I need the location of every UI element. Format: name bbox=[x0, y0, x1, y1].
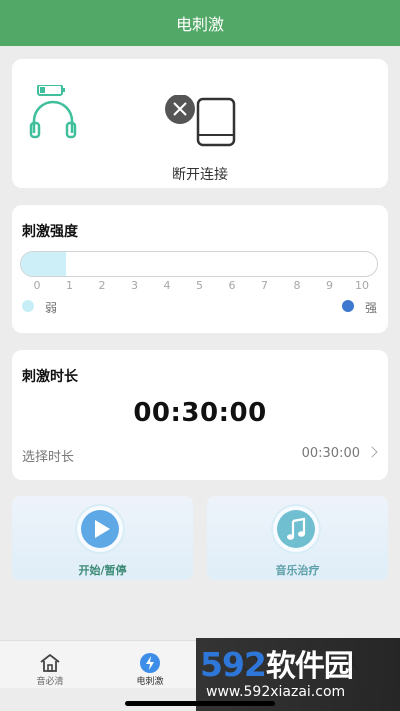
music-therapy-button[interactable]: 音乐治疗 bbox=[207, 496, 388, 580]
chevron-right-icon bbox=[366, 446, 378, 458]
duration-timer: 00:30:00 bbox=[133, 398, 267, 428]
tab-electrical-stimulation[interactable]: 电刺激 bbox=[100, 641, 200, 689]
intensity-tick: 2 bbox=[98, 279, 106, 292]
select-duration-label: 选择时长 bbox=[22, 450, 75, 465]
watermark-logo: 592软件园 bbox=[200, 641, 395, 684]
weak-dot bbox=[22, 300, 34, 312]
strong-label: 强 bbox=[365, 301, 378, 315]
app-header: 电刺激 bbox=[0, 0, 400, 46]
watermark-url: www.592xiazai.com bbox=[206, 684, 346, 700]
page-title: 电刺激 bbox=[175, 15, 224, 34]
tab-stim-label: 电刺激 bbox=[136, 677, 164, 687]
device-card: 断开连接 bbox=[12, 59, 388, 188]
intensity-tick: 9 bbox=[326, 279, 333, 292]
intensity-tick: 0 bbox=[33, 279, 41, 292]
start-pause-label: 开始/暂停 bbox=[78, 564, 127, 577]
intensity-slider[interactable] bbox=[20, 251, 378, 277]
tab-home-label: 音必清 bbox=[36, 677, 64, 687]
music-icon-ring bbox=[271, 504, 321, 554]
duration-title: 刺激时长 bbox=[22, 369, 78, 385]
strong-dot bbox=[342, 300, 354, 312]
home-icon bbox=[40, 653, 60, 672]
intensity-scale: 0 1 2 3 4 5 6 7 8 9 10 bbox=[12, 279, 388, 295]
watermark-text: 软件园 bbox=[265, 649, 354, 684]
start-pause-button[interactable]: 开始/暂停 bbox=[12, 496, 193, 580]
music-icon-circle bbox=[277, 510, 315, 548]
music-note-icon bbox=[287, 517, 306, 540]
intensity-tick: 8 bbox=[293, 279, 301, 292]
play-icon-circle bbox=[81, 510, 119, 548]
select-duration-row[interactable]: 选择时长 00:30:00 bbox=[22, 444, 378, 465]
tablet-icon bbox=[165, 94, 236, 147]
select-duration-value: 00:30:00 bbox=[301, 446, 360, 461]
watermark-number: 592 bbox=[200, 645, 267, 684]
intensity-slider-fill bbox=[21, 252, 67, 276]
tab-home[interactable]: 音必清 bbox=[0, 641, 100, 689]
play-icon-ring bbox=[75, 504, 125, 554]
intensity-tick: 4 bbox=[163, 279, 171, 292]
intensity-tick: 3 bbox=[131, 279, 138, 292]
device-status-graphic bbox=[164, 94, 244, 149]
home-indicator[interactable] bbox=[125, 701, 275, 706]
disconnect-close-icon bbox=[165, 94, 195, 124]
intensity-card: 刺激强度 0 1 2 3 4 5 6 7 8 9 10 弱 强 bbox=[12, 205, 388, 333]
intensity-tick: 5 bbox=[196, 279, 203, 292]
play-icon bbox=[95, 520, 110, 538]
intensity-tick: 6 bbox=[228, 279, 236, 292]
headset-battery-icon bbox=[29, 85, 77, 139]
lightning-icon bbox=[140, 653, 160, 673]
intensity-tick: 10 bbox=[355, 279, 369, 292]
intensity-title: 刺激强度 bbox=[22, 224, 78, 240]
connection-status: 断开连接 bbox=[172, 167, 228, 183]
weak-label: 弱 bbox=[45, 301, 58, 315]
intensity-tick: 7 bbox=[261, 279, 268, 292]
intensity-tick: 1 bbox=[66, 279, 73, 292]
music-therapy-label: 音乐治疗 bbox=[275, 564, 320, 577]
duration-card: 刺激时长 00:30:00 选择时长 00:30:00 bbox=[12, 350, 388, 480]
